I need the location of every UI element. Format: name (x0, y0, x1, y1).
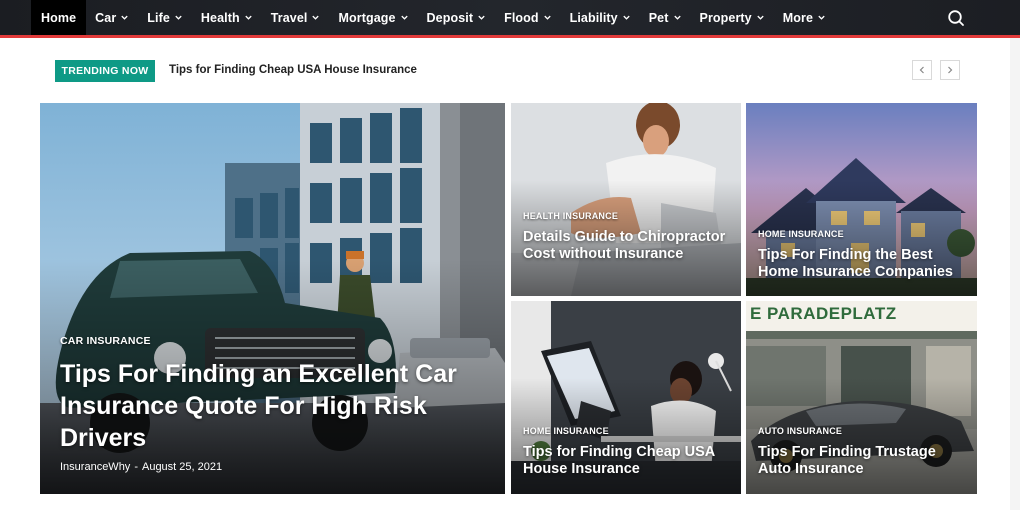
usa-house-post-title[interactable]: Tips for Finding Cheap USA House Insuran… (523, 444, 735, 478)
post-card-home-insurance-companies[interactable]: HOME INSURANCE Tips For Finding the Best… (746, 103, 977, 296)
chevron-down-icon (478, 15, 485, 20)
chevron-down-icon (818, 15, 825, 20)
chevron-down-icon (175, 15, 182, 20)
nav-item-car[interactable]: Car (86, 0, 138, 35)
storefront-sign: E PARADEPLATZ (750, 304, 897, 323)
post-card-usa-house-insurance[interactable]: HOME INSURANCE Tips for Finding Cheap US… (511, 301, 741, 494)
auto-post-title[interactable]: Tips For Finding Trustage Auto Insurance (758, 444, 970, 478)
featured-post-title[interactable]: Tips For Finding an Excellent Car Insura… (60, 358, 500, 454)
nav-item-label: Travel (270, 10, 308, 25)
nav-item-liability[interactable]: Liability (561, 0, 640, 35)
nav-item-pet[interactable]: Pet (640, 0, 691, 35)
featured-post-car-insurance[interactable]: CAR INSURANCE Tips For Finding an Excell… (40, 103, 505, 494)
nav-item-label: Home (41, 10, 77, 25)
home-companies-post-title[interactable]: Tips For Finding the Best Home Insurance… (758, 247, 970, 281)
chevron-down-icon (757, 15, 764, 20)
chevron-down-icon (623, 15, 630, 20)
chiropractor-post-title[interactable]: Details Guide to Chiropractor Cost witho… (523, 229, 733, 263)
nav-item-label: Deposit (426, 10, 474, 25)
nav-item-label: Life (147, 10, 170, 25)
nav-item-home[interactable]: Home (31, 0, 87, 35)
nav-item-label: Flood (504, 10, 539, 25)
trending-now-badge: TRENDING NOW (55, 60, 155, 82)
chevron-down-icon (673, 15, 681, 20)
chevron-down-icon (121, 15, 128, 20)
trending-headline-link[interactable]: Tips for Finding Cheap USA House Insuran… (169, 64, 417, 76)
post-card-auto-insurance[interactable]: E PARADEPLATZ AUTO INSURANCE Tips For Fi… (746, 301, 977, 494)
nav-item-mortgage[interactable]: Mortgage (329, 0, 417, 35)
nav-item-label: Health (200, 10, 240, 25)
chevron-down-icon (400, 15, 408, 20)
chevron-left-icon (919, 66, 924, 74)
nav-item-property[interactable]: Property (691, 0, 774, 35)
search-icon[interactable] (946, 8, 966, 28)
trending-prev-button[interactable] (912, 60, 932, 80)
nav-item-label: Property (699, 10, 752, 25)
nav-item-label: Pet (648, 10, 669, 25)
nav-item-label: More (782, 10, 813, 25)
nav-menu: Home Car Life Health Travel Mortgage Deposit Fl… (31, 0, 835, 35)
nav-item-life[interactable]: Life (138, 0, 192, 35)
usa-house-post-category[interactable]: HOME INSURANCE (523, 426, 609, 436)
nav-item-label: Liability (569, 10, 618, 25)
nav-item-deposit[interactable]: Deposit (418, 0, 496, 35)
home-companies-post-category[interactable]: HOME INSURANCE (758, 229, 844, 239)
chevron-right-icon (948, 66, 953, 74)
chevron-down-icon (312, 15, 320, 20)
main-navigation: Home Car Life Health Travel Mortgage Deposit Fl… (0, 0, 1020, 35)
chevron-down-icon (543, 15, 551, 20)
page-scrollbar[interactable] (1010, 38, 1020, 510)
post-author[interactable]: InsuranceWhy (60, 461, 130, 473)
post-date: August 25, 2021 (141, 461, 223, 473)
nav-item-health[interactable]: Health (192, 0, 262, 35)
nav-accent-bar (0, 35, 1020, 38)
nav-item-label: Mortgage (338, 10, 396, 25)
chiropractor-post-category[interactable]: HEALTH INSURANCE (523, 211, 618, 221)
nav-item-flood[interactable]: Flood (495, 0, 561, 35)
meta-separator: - (134, 461, 138, 473)
chevron-down-icon (245, 15, 252, 20)
featured-post-category[interactable]: CAR INSURANCE (60, 335, 151, 347)
post-card-chiropractor[interactable]: HEALTH INSURANCE Details Guide to Chirop… (511, 103, 741, 296)
nav-item-label: Car (95, 10, 117, 25)
trending-next-button[interactable] (940, 60, 960, 80)
auto-post-category[interactable]: AUTO INSURANCE (758, 426, 842, 436)
nav-item-travel[interactable]: Travel (262, 0, 330, 35)
nav-item-more[interactable]: More (774, 0, 835, 35)
featured-post-meta: InsuranceWhy - August 25, 2021 (60, 461, 222, 473)
